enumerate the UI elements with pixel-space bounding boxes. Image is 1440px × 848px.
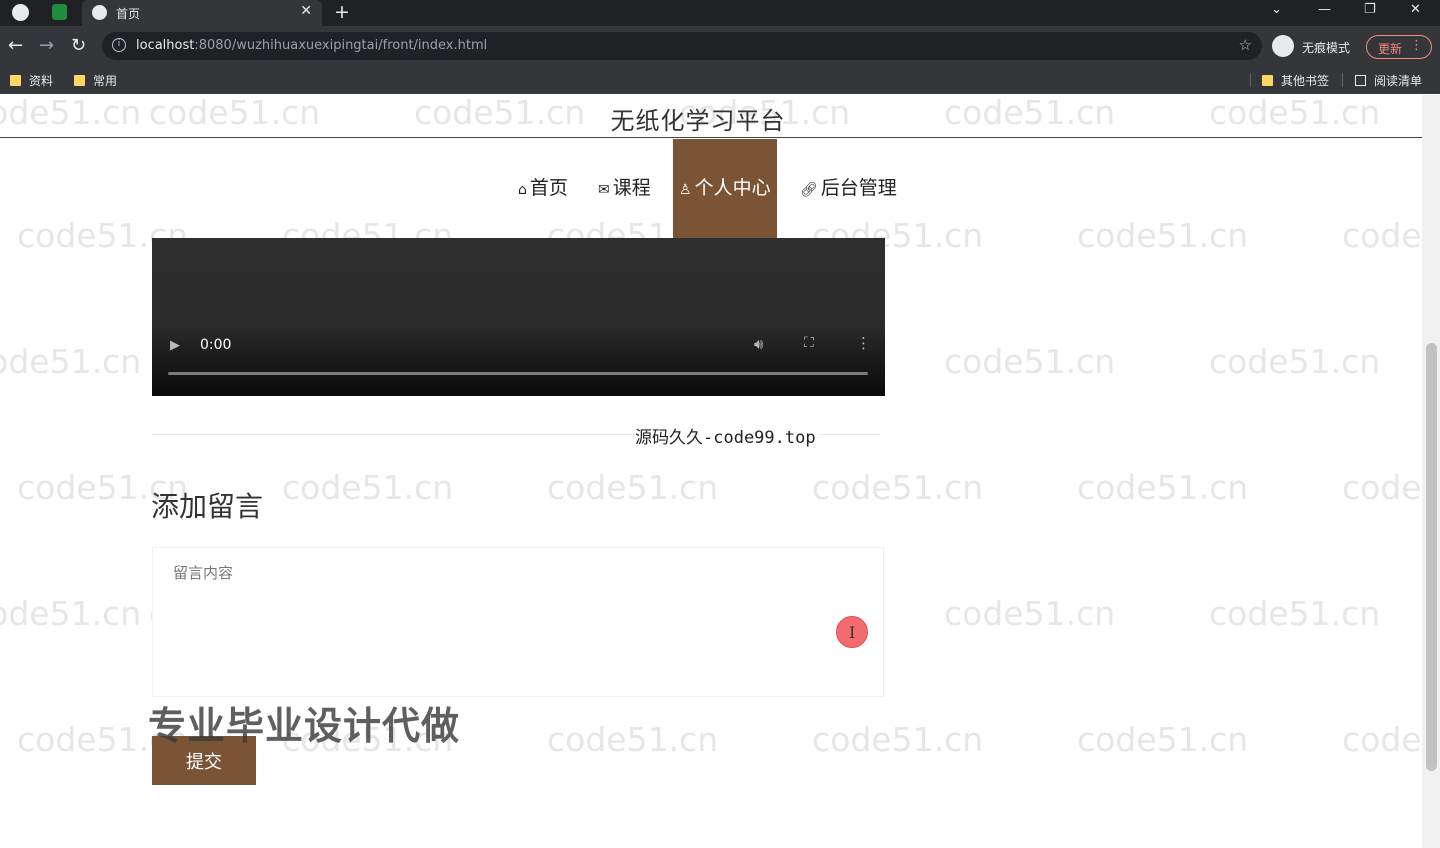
volume-icon[interactable]: 🔊︎ [754,335,763,353]
watermark: code51.cn [944,594,1116,633]
update-button[interactable]: 更新 ⋮ [1366,35,1432,59]
reading-list[interactable]: 阅读清单 [1355,72,1422,88]
watermark: code51.cn [812,720,984,759]
watermark: code51.cn [1209,594,1381,633]
bookmarks-separator [1342,73,1343,87]
restore-icon[interactable]: ❐ [1364,2,1376,17]
video-time: 0:00 [200,337,232,353]
sheets-icon[interactable] [52,4,67,20]
watermark: code51.cn [547,468,719,507]
close-tab-icon[interactable]: ✕ [300,3,312,19]
url-text[interactable]: localhost:8080/wuzhihuaxuexipingtai/fron… [136,38,487,53]
mouse-cursor-indicator: I [836,616,868,648]
watermark: code51.cn [1209,342,1381,381]
browser-tab-active[interactable]: 首页 ✕ [82,0,322,26]
nav-home[interactable]: ⌂ 首页 [518,139,568,239]
page-scrollbar[interactable] [1422,95,1440,848]
tab-title: 首页 [116,7,141,21]
reading-list-icon [1355,75,1366,86]
watermark: code51.cn [282,720,454,759]
update-label: 更新 [1378,42,1403,56]
fullscreen-icon[interactable]: ⛶ [804,335,814,351]
video-player[interactable]: ▶ 0:00 🔊︎ ⛶ ⋮ [152,238,885,396]
back-icon[interactable]: ← [8,35,23,56]
forward-icon[interactable]: → [39,35,54,56]
globe-icon[interactable] [12,4,29,21]
source-caption: 源码久久-code99.top [635,423,820,448]
address-bar[interactable]: i localhost:8080/wuzhihuaxuexipingtai/fr… [102,32,1262,60]
close-window-icon[interactable]: ✕ [1410,2,1421,17]
bookmark-folder-changyong[interactable]: 常用 [74,72,117,88]
incognito-label: 无痕模式 [1302,41,1351,55]
folder-icon [1262,75,1273,86]
folder-icon [74,75,85,86]
user-icon: ♙ [679,182,692,198]
screen: 首页 ✕ + ⌄ — ❐ ✕ ← → ↻ i localhost:8080/wu… [0,0,1440,848]
main-nav: ⌂ 首页 ✉ 课程 ♙ 个人中心 🔗︎ 后台管理 [0,139,1440,239]
browser-tab-strip: 首页 ✕ + ⌄ — ❐ ✕ [0,0,1440,26]
mail-icon: ✉ [598,182,610,198]
text-cursor-icon: I [849,623,856,642]
incognito-icon [1272,35,1294,57]
submit-button[interactable]: 提交 [152,736,256,785]
add-message-title: 添加留言 [151,490,264,523]
video-progress-bar[interactable] [168,372,868,375]
nav-personal-center[interactable]: ♙ 个人中心 [673,139,777,239]
watermark: code51.cn [1077,720,1249,759]
info-icon[interactable]: i [112,38,126,52]
bookmarks-separator [1250,73,1251,87]
watermark: code51.cn [0,342,142,381]
globe-icon [92,5,107,20]
menu-dots-icon: ⋮ [1410,38,1423,53]
watermark: code51.cn [282,468,454,507]
bookmark-folder-ziliao[interactable]: 资料 [10,72,53,88]
browser-toolbar: ← → ↻ i localhost:8080/wuzhihuaxuexiping… [0,26,1440,66]
link-icon: 🔗︎ [800,182,818,198]
message-content-input[interactable] [152,547,884,697]
watermark: code51.cn [0,594,142,633]
scrollbar-thumb[interactable] [1426,343,1437,771]
nav-courses[interactable]: ✉ 课程 [598,139,651,239]
bookmark-other[interactable]: 其他书签 [1262,72,1329,88]
folder-icon [10,75,21,86]
more-options-icon[interactable]: ⋮ [856,334,871,352]
header-divider [0,137,1422,138]
play-icon[interactable]: ▶ [170,338,180,353]
watermark: code51.cn [944,342,1116,381]
bookmark-star-icon[interactable]: ☆ [1239,36,1252,54]
site-title: 无纸化学习平台 [610,107,786,135]
minimize-icon[interactable]: — [1318,2,1331,17]
tab-search-icon[interactable]: ⌄ [1271,2,1282,17]
nav-admin[interactable]: 🔗︎ 后台管理 [800,139,897,239]
new-tab-button[interactable]: + [334,1,350,23]
watermark: code51.cn [1077,468,1249,507]
reload-icon[interactable]: ↻ [71,35,86,56]
watermark: code51.cn [812,468,984,507]
page-viewport: code51.cn code51.cn code51.cn code51.cn … [0,95,1440,848]
home-icon: ⌂ [518,182,527,198]
watermark: code51.cn [547,720,719,759]
bookmarks-bar: 资料 常用 其他书签 阅读清单 [0,66,1440,94]
